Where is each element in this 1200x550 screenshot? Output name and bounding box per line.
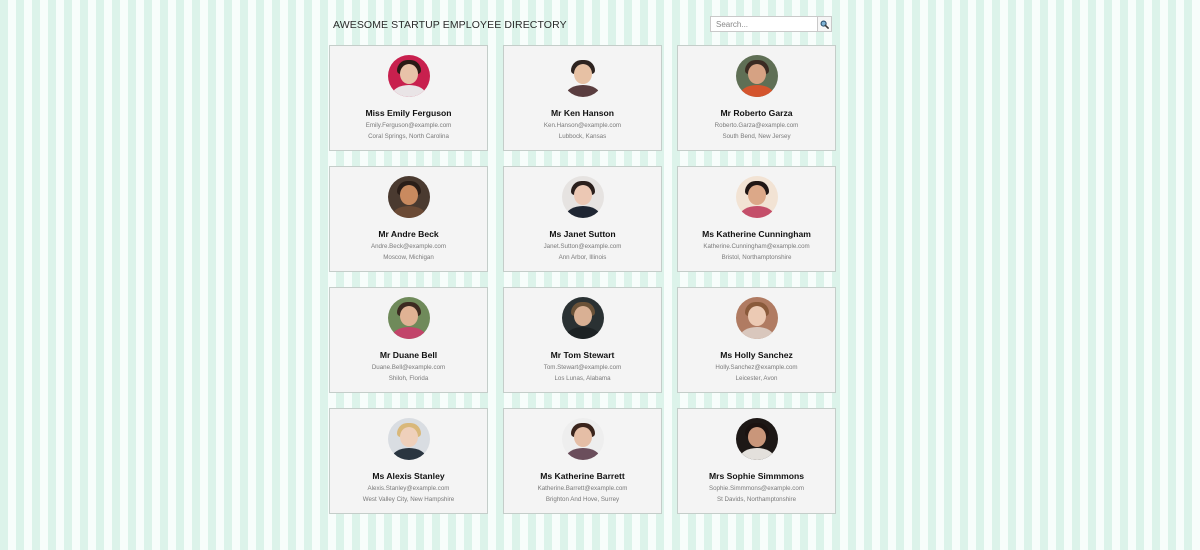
avatar [735, 176, 778, 218]
employee-card[interactable]: Mrs Sophie Simmmons Sophie.Simmmons@exam… [677, 408, 836, 514]
avatar [735, 55, 778, 97]
employee-location: Leicester, Avon [735, 375, 778, 382]
employee-card[interactable]: Mr Roberto Garza Roberto.Garza@example.c… [677, 45, 836, 151]
employee-name: Mr Duane Bell [379, 350, 438, 360]
avatar [387, 297, 430, 339]
employee-location: Lubbock, Kansas [558, 133, 607, 140]
search-input[interactable] [710, 16, 818, 32]
employee-location: Moscow, Michigan [383, 254, 434, 261]
employee-card[interactable]: Ms Janet Sutton Janet.Sutton@example.com… [503, 166, 662, 272]
employee-name: Mr Andre Beck [378, 229, 439, 239]
employee-email: Emily.Ferguson@example.com [365, 122, 452, 129]
employee-email: Duane.Bell@example.com [371, 364, 446, 371]
avatar [561, 176, 604, 218]
page-title: AWESOME STARTUP EMPLOYEE DIRECTORY [333, 19, 567, 31]
employee-email: Tom.Stewart@example.com [543, 364, 622, 371]
employee-card[interactable]: Ms Holly Sanchez Holly.Sanchez@example.c… [677, 287, 836, 393]
avatar [561, 418, 604, 460]
search-button[interactable] [818, 16, 832, 32]
employee-card[interactable]: Mr Andre Beck Andre.Beck@example.com Mos… [329, 166, 488, 272]
employee-name: Ms Katherine Barrett [540, 471, 625, 481]
employee-card[interactable]: Mr Ken Hanson Ken.Hanson@example.com Lub… [503, 45, 662, 151]
employee-grid: Miss Emily Ferguson Emily.Ferguson@examp… [329, 45, 837, 514]
employee-location: Ann Arbor, Illinois [558, 254, 607, 261]
employee-card[interactable]: Mr Duane Bell Duane.Bell@example.com Shi… [329, 287, 488, 393]
employee-name: Mrs Sophie Simmmons [708, 471, 805, 481]
employee-location: St Davids, Northamptonshire [716, 496, 797, 503]
search-icon [820, 20, 829, 29]
avatar [561, 55, 604, 97]
employee-location: West Valley City, New Hampshire [362, 496, 455, 503]
employee-location: Shiloh, Florida [388, 375, 429, 382]
employee-email: Roberto.Garza@example.com [714, 122, 799, 129]
employee-name: Ms Katherine Cunningham [702, 229, 811, 239]
employee-location: Bristol, Northamptonshire [721, 254, 792, 261]
employee-name: Mr Tom Stewart [550, 350, 615, 360]
employee-email: Janet.Sutton@example.com [543, 243, 622, 250]
employee-location: Brighton And Hove, Surrey [545, 496, 620, 503]
employee-card[interactable]: Mr Tom Stewart Tom.Stewart@example.com L… [503, 287, 662, 393]
employee-name: Ms Alexis Stanley [372, 471, 445, 481]
employee-email: Ken.Hanson@example.com [543, 122, 622, 129]
avatar [735, 418, 778, 460]
employee-name: Miss Emily Ferguson [365, 108, 452, 118]
employee-email: Andre.Beck@example.com [370, 243, 447, 250]
employee-email: Katherine.Barrett@example.com [537, 485, 628, 492]
employee-location: Los Lunas, Alabama [554, 375, 611, 382]
employee-name: Ms Janet Sutton [549, 229, 616, 239]
employee-email: Sophie.Simmmons@example.com [708, 485, 804, 492]
employee-card[interactable]: Ms Katherine Cunningham Katherine.Cunnin… [677, 166, 836, 272]
employee-name: Ms Holly Sanchez [720, 350, 793, 360]
avatar [735, 297, 778, 339]
employee-card[interactable]: Miss Emily Ferguson Emily.Ferguson@examp… [329, 45, 488, 151]
header: AWESOME STARTUP EMPLOYEE DIRECTORY [329, 0, 837, 45]
directory-container: AWESOME STARTUP EMPLOYEE DIRECTORY Miss … [329, 0, 837, 514]
avatar [387, 55, 430, 97]
search-form [710, 16, 832, 32]
employee-location: South Bend, New Jersey [722, 133, 791, 140]
employee-name: Mr Roberto Garza [720, 108, 793, 118]
employee-card[interactable]: Ms Katherine Barrett Katherine.Barrett@e… [503, 408, 662, 514]
employee-name: Mr Ken Hanson [550, 108, 615, 118]
employee-card[interactable]: Ms Alexis Stanley Alexis.Stanley@example… [329, 408, 488, 514]
employee-location: Coral Springs, North Carolina [368, 133, 449, 140]
avatar [561, 297, 604, 339]
employee-email: Holly.Sanchez@example.com [715, 364, 798, 371]
employee-email: Katherine.Cunningham@example.com [703, 243, 810, 250]
avatar [387, 176, 430, 218]
avatar [387, 418, 430, 460]
employee-email: Alexis.Stanley@example.com [367, 485, 450, 492]
